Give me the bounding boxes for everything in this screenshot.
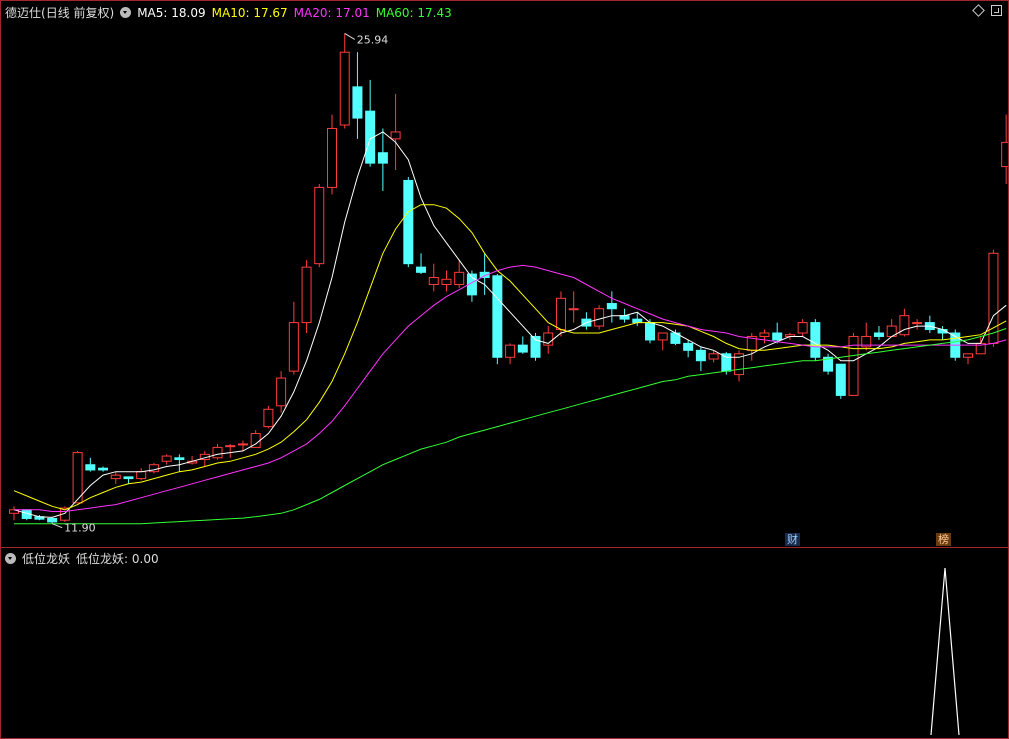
candle-up xyxy=(237,443,248,446)
finance-tag[interactable]: 财 xyxy=(785,533,800,546)
indicator-panel[interactable]: 低位龙妖 低位龙妖: 0.00 xyxy=(0,547,1009,739)
candle-down xyxy=(721,353,732,372)
candle-up xyxy=(136,471,147,480)
candle-up xyxy=(594,308,605,327)
candle-down xyxy=(517,344,528,353)
candle-up xyxy=(428,277,439,285)
main-header: 德迈仕 (日线 前复权) MA5: 18.09 MA10: 17.67 MA20:… xyxy=(5,4,452,21)
candle-up xyxy=(505,344,516,358)
main-chart-panel[interactable]: 25.94 11.90 德迈仕 (日线 前复权) MA5: 18.09 MA10: … xyxy=(0,0,1009,548)
ma10-label: MA10: 17.67 xyxy=(211,5,288,20)
candle-down xyxy=(606,303,617,310)
high-marker-line xyxy=(344,33,355,40)
candle-down xyxy=(835,363,846,396)
candle-up xyxy=(454,271,465,285)
candle-down xyxy=(352,86,363,119)
candle-down xyxy=(123,476,134,480)
indicator-value: 低位龙妖: 0.00 xyxy=(76,552,159,566)
candle-down xyxy=(772,332,783,341)
candle-down xyxy=(85,464,96,471)
candlestick-chart[interactable]: 25.94 11.90 xyxy=(1,1,1008,547)
ma20-line xyxy=(14,264,1007,512)
candle-down xyxy=(683,342,694,351)
low-marker-line xyxy=(51,523,63,529)
candle-up xyxy=(657,332,668,341)
ma-settings-dropdown-icon[interactable] xyxy=(120,7,132,18)
low-price-label: 11.90 xyxy=(64,522,96,535)
candle-up xyxy=(963,353,973,358)
candle-up xyxy=(899,315,910,336)
candle-up xyxy=(339,51,350,126)
candle-down xyxy=(695,349,706,362)
candle-up xyxy=(301,266,312,324)
candle-down xyxy=(632,318,643,324)
candle-up xyxy=(1001,141,1008,168)
candle-up xyxy=(759,332,770,337)
candle-down xyxy=(416,266,427,273)
candle-up xyxy=(555,297,566,331)
diamond-icon[interactable] xyxy=(972,4,985,17)
ma60-label: MA60: 17.43 xyxy=(375,5,452,20)
candle-up xyxy=(390,131,401,140)
candle-up xyxy=(225,445,236,448)
ma5-line xyxy=(13,131,1007,518)
ma20-label: MA20: 17.01 xyxy=(293,5,370,20)
candle-down xyxy=(377,152,388,164)
candle-up xyxy=(327,127,337,188)
candle-up xyxy=(568,308,579,311)
candle-down xyxy=(47,517,58,523)
high-price-label: 25.94 xyxy=(357,33,389,46)
candle-down xyxy=(873,332,884,337)
ma5-label: MA5: 18.09 xyxy=(137,5,206,20)
candle-down xyxy=(98,467,109,471)
candle-up xyxy=(314,186,325,265)
candle-down xyxy=(174,457,185,461)
candle-up xyxy=(912,322,923,325)
candle-up xyxy=(276,377,287,407)
candle-up xyxy=(708,353,719,360)
ranking-tag[interactable]: 榜 xyxy=(936,533,951,546)
panel-controls xyxy=(972,4,1002,17)
indicator-header: 低位龙妖 低位龙妖: 0.00 xyxy=(5,550,159,567)
indicator-name[interactable]: 低位龙妖 xyxy=(22,550,70,567)
maximize-icon[interactable] xyxy=(991,5,1002,16)
candle-down xyxy=(403,179,414,265)
indicator-dropdown-icon[interactable] xyxy=(5,553,16,564)
period-label[interactable]: (日线 前复权) xyxy=(41,4,114,21)
candle-down xyxy=(492,275,503,358)
candle-up xyxy=(110,474,121,480)
candle-down xyxy=(645,322,655,341)
candle-up xyxy=(441,278,452,285)
indicator-signal-line xyxy=(930,567,960,736)
candle-up xyxy=(288,322,299,372)
candle-up xyxy=(161,455,172,462)
candle-down xyxy=(810,322,821,358)
candle-up xyxy=(212,446,223,459)
candle-up xyxy=(797,322,808,334)
stock-name[interactable]: 德迈仕 xyxy=(5,4,41,21)
candle-up xyxy=(263,408,274,428)
indicator-chart xyxy=(930,567,960,736)
